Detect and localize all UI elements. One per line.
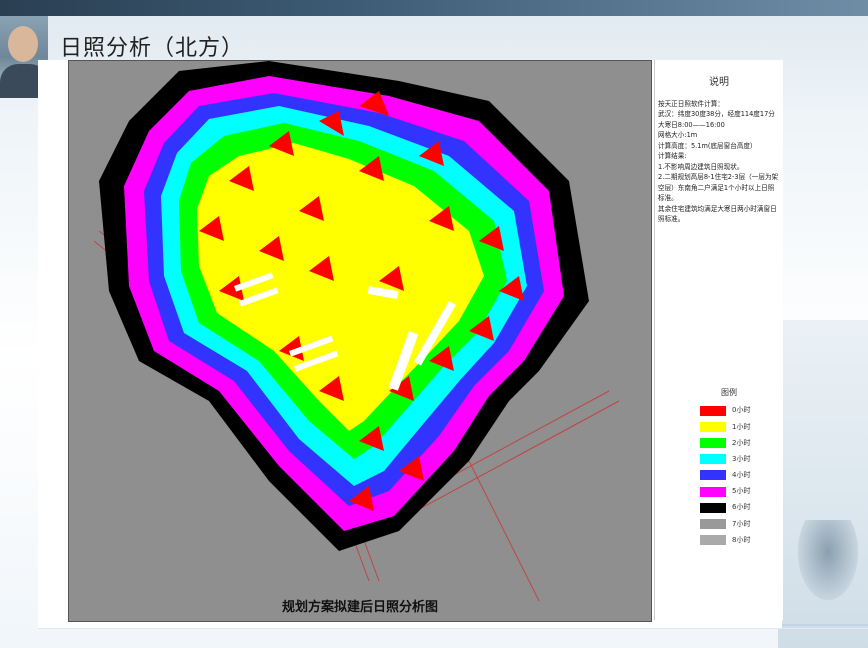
legend-item: 3小时 bbox=[700, 451, 780, 467]
notes-line: 计算结果: bbox=[658, 152, 687, 160]
legend-swatch bbox=[700, 437, 726, 448]
notes-line: 网格大小:1m bbox=[658, 131, 698, 139]
legend: 图例 0小时 1小时 2小时 3小时 4小时 5小时 6小时 7小时 8小时 bbox=[700, 388, 780, 548]
notes-line: 按天正日照软件计算： bbox=[658, 99, 724, 108]
legend-item: 0小时 bbox=[700, 403, 780, 419]
notes-line: 大寒日8:00——16:00 bbox=[658, 120, 725, 129]
legend-label: 2小时 bbox=[732, 438, 751, 447]
legend-label: 4小时 bbox=[732, 471, 751, 480]
decorative-office-image bbox=[778, 320, 868, 648]
legend-item: 6小时 bbox=[700, 500, 780, 516]
legend-label: 7小时 bbox=[732, 519, 751, 528]
legend-item: 2小时 bbox=[700, 435, 780, 451]
legend-swatch bbox=[700, 454, 726, 465]
legend-label: 6小时 bbox=[732, 503, 751, 512]
legend-swatch bbox=[700, 421, 726, 432]
notes-line: 武汉：纬度30度38分，经度114度17分 bbox=[658, 110, 775, 118]
legend-item: 1小时 bbox=[700, 419, 780, 435]
legend-title: 图例 bbox=[721, 388, 737, 397]
notes-panel: 说明 按天正日照软件计算： 武汉：纬度30度38分，经度114度17分 大寒日8… bbox=[654, 60, 783, 620]
notes-line: 计算高度：5.1m(底层窗台高度） bbox=[658, 141, 757, 150]
sunlight-heatmap-graphic bbox=[93, 61, 620, 602]
notes-line: 1.不影响周边建筑日照现状。 bbox=[658, 162, 744, 171]
legend-label: 5小时 bbox=[732, 487, 751, 496]
notes-heading: 说明 bbox=[709, 77, 729, 88]
legend-label: 3小时 bbox=[732, 454, 751, 463]
analysis-figure: 规划方案拟建后日照分析图 说明 按天正日照软件计算： 武汉：纬度30度38分，经… bbox=[38, 60, 783, 628]
legend-item: 7小时 bbox=[700, 516, 780, 532]
top-banner bbox=[0, 0, 868, 16]
notes-line: 2.二期规划高层8-1住宅2-3层（一层为架空层）东南角二户满足1个小时以上日照… bbox=[658, 173, 779, 202]
legend-swatch bbox=[700, 535, 726, 546]
notes-line: 其余住宅建筑均满足大寒日两小时满窗日照标准。 bbox=[658, 204, 777, 224]
slide-title: 日照分析（北方） bbox=[60, 36, 245, 61]
legend-label: 8小时 bbox=[732, 535, 751, 544]
legend-swatch bbox=[700, 502, 726, 513]
legend-swatch bbox=[700, 486, 726, 497]
legend-item: 8小时 bbox=[700, 532, 780, 548]
map-caption: 规划方案拟建后日照分析图 bbox=[281, 600, 438, 615]
legend-swatch bbox=[700, 470, 726, 481]
legend-label: 1小时 bbox=[732, 422, 751, 431]
sunlight-analysis-map: 规划方案拟建后日照分析图 bbox=[68, 60, 652, 622]
legend-swatch bbox=[700, 405, 726, 416]
legend-swatch bbox=[700, 518, 726, 529]
legend-label: 0小时 bbox=[732, 406, 751, 415]
legend-item: 5小时 bbox=[700, 483, 780, 499]
legend-item: 4小时 bbox=[700, 467, 780, 483]
